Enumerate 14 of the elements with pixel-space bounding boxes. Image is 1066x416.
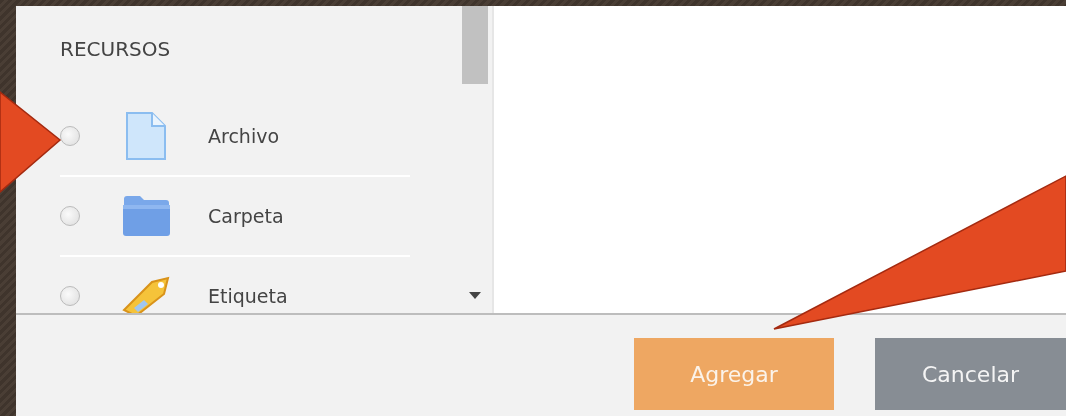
radio-button[interactable]	[60, 126, 80, 146]
resource-label: Carpeta	[208, 205, 284, 227]
cancel-button[interactable]: Cancelar	[875, 338, 1066, 410]
folder-icon	[122, 195, 170, 237]
add-button[interactable]: Agregar	[634, 338, 834, 410]
radio-button[interactable]	[60, 206, 80, 226]
scrollbar-thumb[interactable]	[462, 6, 488, 84]
tag-icon	[122, 276, 170, 313]
resource-label: Etiqueta	[208, 285, 288, 307]
document-icon	[126, 112, 166, 160]
scroll-down-icon[interactable]	[469, 292, 481, 299]
radio-button[interactable]	[60, 286, 80, 306]
section-heading: RECURSOS	[60, 37, 172, 61]
resource-label: Archivo	[208, 125, 280, 147]
